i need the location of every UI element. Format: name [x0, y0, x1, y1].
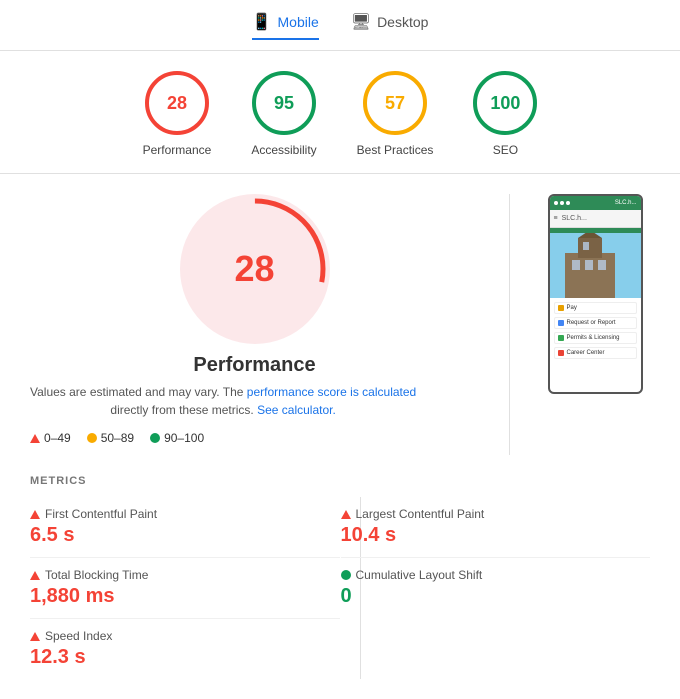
phone-dot-2 — [560, 201, 564, 205]
phone-dot-1 — [554, 201, 558, 205]
left-panel: 28 Performance Values are estimated and … — [30, 194, 479, 455]
perf-title: Performance — [30, 354, 479, 377]
tab-mobile-label: Mobile — [278, 14, 319, 30]
phone-bar-dots — [554, 201, 570, 205]
phone-nav-row: ≡ SLC.h... — [550, 210, 641, 228]
right-panel: SLC.h... ≡ SLC.h... — [540, 194, 650, 455]
phone-menu-item-1: Request or Report — [554, 317, 637, 329]
big-circle-wrap: 28 — [30, 194, 479, 344]
legend-range-2: 90–100 — [164, 431, 204, 445]
tab-desktop[interactable]: 🖥 Desktop — [351, 12, 429, 40]
metric-fcp-icon — [30, 510, 40, 519]
legend-90-100: 90–100 — [150, 431, 204, 445]
legend-50-89: 50–89 — [87, 431, 134, 445]
legend-0-49: 0–49 — [30, 431, 71, 445]
main-area: 28 Performance Values are estimated and … — [0, 174, 680, 465]
score-circle-best-practices: 57 — [363, 71, 427, 135]
score-label-best-practices: Best Practices — [357, 143, 434, 157]
phone-dot-3 — [566, 201, 570, 205]
metric-lcp-label: Largest Contentful Paint — [356, 507, 485, 521]
metrics-right-col: Largest Contentful Paint 10.4 s Cumulati… — [341, 497, 651, 679]
tabs-bar: 📱 Mobile 🖥 Desktop — [0, 0, 680, 51]
metric-si-icon — [30, 632, 40, 641]
score-best-practices[interactable]: 57 Best Practices — [357, 71, 434, 157]
metric-lcp-value: 10.4 s — [341, 524, 643, 547]
metric-cls: Cumulative Layout Shift 0 — [341, 558, 651, 618]
legend-range-0: 0–49 — [44, 431, 71, 445]
metric-tbt-value: 1,880 ms — [30, 585, 332, 608]
desc-link2[interactable]: See calculator. — [257, 403, 336, 417]
tab-mobile[interactable]: 📱 Mobile — [252, 12, 319, 40]
phone-menu-label-0: Pay — [567, 305, 577, 311]
phone-menu: Pay Request or Report Permits & Licensin… — [550, 298, 641, 359]
score-performance[interactable]: 28 Performance — [143, 71, 212, 157]
desc-mid: directly from these metrics. — [110, 403, 253, 417]
score-circle-performance: 28 — [145, 71, 209, 135]
tab-desktop-label: Desktop — [377, 14, 428, 30]
score-circle-accessibility: 95 — [252, 71, 316, 135]
metric-tbt-icon — [30, 571, 40, 580]
metric-fcp: First Contentful Paint 6.5 s — [30, 497, 340, 558]
scores-row: 28 Performance 95 Accessibility 57 Best … — [0, 51, 680, 174]
phone-menu-icon-permits — [558, 335, 564, 341]
phone-image-area — [550, 228, 641, 298]
phone-menu-item-0: Pay — [554, 302, 637, 314]
phone-menu-label-2: Permits & Licensing — [567, 335, 620, 341]
desc-link1[interactable]: performance score is calculated — [247, 385, 416, 399]
score-label-accessibility: Accessibility — [251, 143, 316, 157]
phone-mockup: SLC.h... ≡ SLC.h... — [548, 194, 643, 394]
metric-cls-icon — [341, 570, 351, 580]
metric-lcp-icon — [341, 510, 351, 519]
phone-url-bar: SLC.h... — [562, 215, 587, 222]
mobile-icon: 📱 — [252, 12, 272, 32]
legend-green-dot — [150, 433, 160, 443]
metrics-left-col: First Contentful Paint 6.5 s Total Block… — [30, 497, 340, 679]
metric-tbt: Total Blocking Time 1,880 ms — [30, 558, 340, 619]
phone-hamburger-icon: ≡ — [554, 215, 558, 222]
score-label-seo: SEO — [493, 143, 518, 157]
metric-cls-label-row: Cumulative Layout Shift — [341, 568, 643, 582]
big-score: 28 — [234, 248, 274, 290]
phone-menu-icon-pay — [558, 305, 564, 311]
legend-red-triangle — [30, 434, 40, 443]
vertical-divider — [509, 194, 510, 455]
metric-lcp-label-row: Largest Contentful Paint — [341, 507, 643, 521]
desc-start: Values are estimated and may vary. The — [30, 385, 243, 399]
metric-tbt-label-row: Total Blocking Time — [30, 568, 332, 582]
metric-fcp-value: 6.5 s — [30, 524, 332, 547]
phone-menu-icon-career — [558, 350, 564, 356]
metric-cls-label: Cumulative Layout Shift — [356, 568, 483, 582]
phone-menu-label-3: Career Center — [567, 350, 605, 356]
phone-menu-icon-report — [558, 320, 564, 326]
metrics-header: METRICS — [30, 475, 650, 487]
score-circle-seo: 100 — [473, 71, 537, 135]
metric-fcp-label: First Contentful Paint — [45, 507, 157, 521]
phone-image-svg — [550, 228, 641, 298]
score-seo[interactable]: 100 SEO — [473, 71, 537, 157]
phone-menu-item-2: Permits & Licensing — [554, 332, 637, 344]
legend: 0–49 50–89 90–100 — [30, 431, 204, 445]
metric-tbt-label: Total Blocking Time — [45, 568, 148, 582]
perf-desc: Values are estimated and may vary. The p… — [30, 383, 416, 419]
metric-si: Speed Index 12.3 s — [30, 619, 340, 679]
metric-lcp: Largest Contentful Paint 10.4 s — [341, 497, 651, 558]
metrics-grid: First Contentful Paint 6.5 s Total Block… — [30, 497, 650, 679]
phone-menu-item-3: Career Center — [554, 347, 637, 359]
metric-cls-value: 0 — [341, 585, 643, 608]
big-circle-container: 28 — [180, 194, 330, 344]
legend-orange-dot — [87, 433, 97, 443]
metric-si-label-row: Speed Index — [30, 629, 332, 643]
metric-fcp-label-row: First Contentful Paint — [30, 507, 332, 521]
metric-si-value: 12.3 s — [30, 646, 332, 669]
desktop-icon: 🖥 — [351, 12, 371, 32]
phone-status-bar: SLC.h... — [550, 196, 641, 210]
phone-url: SLC.h... — [615, 200, 637, 206]
phone-menu-label-1: Request or Report — [567, 320, 616, 326]
legend-range-1: 50–89 — [101, 431, 134, 445]
score-label-performance: Performance — [143, 143, 212, 157]
score-accessibility[interactable]: 95 Accessibility — [251, 71, 316, 157]
metric-si-label: Speed Index — [45, 629, 112, 643]
